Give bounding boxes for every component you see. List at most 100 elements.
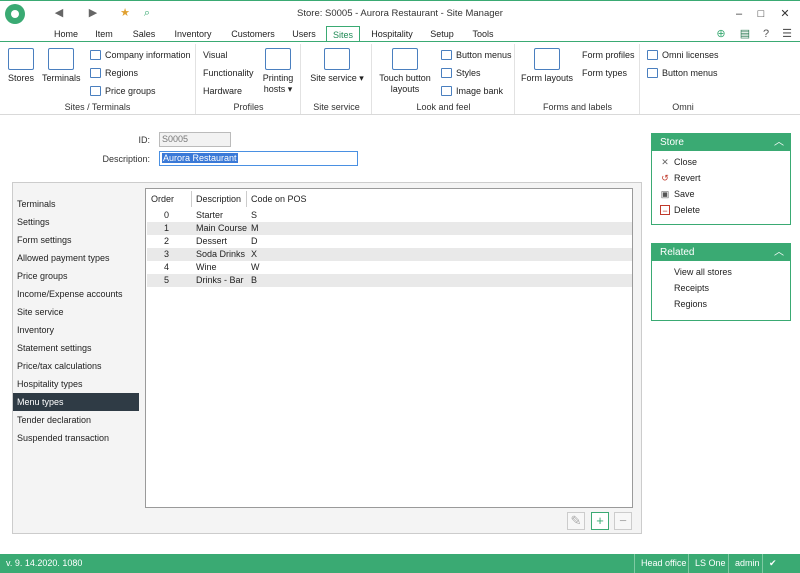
view-all-stores-link[interactable]: View all stores xyxy=(652,264,790,280)
store-panel-header[interactable]: Store ︿ xyxy=(652,134,790,151)
order-cell: 2 xyxy=(164,236,170,246)
nav-menu-types[interactable]: Menu types xyxy=(13,393,139,411)
nav-statement-settings[interactable]: Statement settings xyxy=(13,339,139,357)
touch-button-layouts-button[interactable]: Touch button layouts xyxy=(377,48,433,95)
image-bank-button[interactable]: Image bank xyxy=(441,84,503,98)
table-row[interactable]: 0 Starter S xyxy=(147,209,632,222)
tab-sites[interactable]: Sites xyxy=(326,26,360,42)
close-window-button[interactable]: ✕ xyxy=(776,5,794,23)
styles-button[interactable]: Styles xyxy=(441,66,481,80)
maximize-button[interactable]: □ xyxy=(752,5,770,23)
group-look-and-feel: Touch button layouts Button menus Styles… xyxy=(373,44,515,114)
table-row[interactable]: 4 Wine W xyxy=(147,261,632,274)
stores-button[interactable]: Stores xyxy=(6,48,36,84)
regions-button[interactable]: Regions xyxy=(90,66,138,80)
nav-price-tax-calculations[interactable]: Price/tax calculations xyxy=(13,357,139,375)
button-menus-button[interactable]: Button menus xyxy=(441,48,512,62)
order-cell: 0 xyxy=(164,210,170,220)
related-panel-header[interactable]: Related ︿ xyxy=(652,244,790,261)
site-service-icon xyxy=(324,48,350,70)
tab-sales[interactable]: Sales xyxy=(126,26,162,42)
settings-icon[interactable]: ☰ xyxy=(780,27,794,41)
related-panel: Related ︿ View all stores Receipts Region… xyxy=(651,243,791,321)
company-information-button[interactable]: Company information xyxy=(90,48,191,62)
nav-form-settings[interactable]: Form settings xyxy=(13,231,139,249)
tab-home[interactable]: Home xyxy=(48,26,84,42)
minimize-button[interactable]: – xyxy=(730,5,748,23)
terminal-icon xyxy=(48,48,74,70)
functionality-button[interactable]: Functionality xyxy=(201,66,254,80)
tab-inventory[interactable]: Inventory xyxy=(168,26,218,42)
site-service-button[interactable]: Site service ▾ xyxy=(310,48,364,84)
description-cell: Soda Drinks xyxy=(196,249,246,259)
touch-button-layouts-label: Touch button layouts xyxy=(379,73,431,94)
chevron-up-icon[interactable]: ︿ xyxy=(774,134,784,151)
description-cell: Main Course xyxy=(196,223,248,233)
nav-price-groups[interactable]: Price groups xyxy=(13,267,139,285)
tab-item[interactable]: Item xyxy=(88,26,120,42)
id-field: S0005 xyxy=(159,132,231,147)
edit-button[interactable]: ✎ xyxy=(567,512,585,530)
terminals-button[interactable]: Terminals xyxy=(42,48,81,84)
nav-suspended-transaction[interactable]: Suspended transaction xyxy=(13,429,139,447)
tab-setup[interactable]: Setup xyxy=(424,26,460,42)
save-action[interactable]: ▣ Save xyxy=(652,186,790,202)
regions-link[interactable]: Regions xyxy=(652,296,790,312)
nav-inventory[interactable]: Inventory xyxy=(13,321,139,339)
group-title: Profiles xyxy=(233,102,264,112)
form-layouts-button[interactable]: Form layouts xyxy=(520,48,574,84)
remove-button[interactable]: − xyxy=(614,512,632,530)
connection-status-icon: ✔ xyxy=(762,554,783,573)
table-row[interactable]: 5 Drinks - Bar B xyxy=(147,274,632,287)
form-profiles-button[interactable]: Form profiles xyxy=(580,48,635,62)
tab-customers[interactable]: Customers xyxy=(226,26,280,42)
close-action[interactable]: ✕ Close xyxy=(652,154,790,170)
nav-settings[interactable]: Settings xyxy=(13,213,139,231)
store-panel-title: Store xyxy=(660,137,684,148)
group-title: Omni xyxy=(672,102,694,112)
nav-income-expense-accounts[interactable]: Income/Expense accounts xyxy=(13,285,139,303)
hardware-label: Hardware xyxy=(203,86,243,96)
printing-hosts-button[interactable]: Printing hosts ▾ xyxy=(259,48,297,95)
table-row[interactable]: 1 Main Course M xyxy=(147,222,632,235)
window-title: Store: S0005 - Aurora Restaurant - Site … xyxy=(297,8,503,19)
tab-tools[interactable]: Tools xyxy=(466,26,500,42)
nav-terminals[interactable]: Terminals xyxy=(13,195,139,213)
description-field[interactable]: Aurora Restaurant xyxy=(159,151,358,166)
terminals-label: Terminals xyxy=(42,73,81,83)
hardware-button[interactable]: Hardware xyxy=(201,84,242,98)
version-label: v. 9. 14.2020. 1080 xyxy=(6,558,83,568)
button-menus-icon xyxy=(441,50,452,60)
image-bank-label: Image bank xyxy=(456,86,504,96)
revert-action[interactable]: ↺ Revert xyxy=(652,170,790,186)
menu-types-grid: Order Description Code on POS 0 Starter … xyxy=(145,188,633,508)
price-groups-button[interactable]: Price groups xyxy=(90,84,156,98)
nav-site-service[interactable]: Site service xyxy=(13,303,139,321)
group-omni: Omni licenses Button menus Omni xyxy=(641,44,725,114)
column-header-description[interactable]: Description xyxy=(196,189,241,207)
group-sites-terminals: Stores Terminals Company information Reg… xyxy=(0,44,196,114)
omni-button-menus-button[interactable]: Button menus xyxy=(647,66,718,80)
chevron-up-icon[interactable]: ︿ xyxy=(774,244,784,261)
nav-allowed-payment-types[interactable]: Allowed payment types xyxy=(13,249,139,267)
styles-label: Styles xyxy=(456,68,481,78)
receipts-link[interactable]: Receipts xyxy=(652,280,790,296)
form-types-button[interactable]: Form types xyxy=(580,66,627,80)
document-icon[interactable]: ▤ xyxy=(738,27,752,41)
table-row[interactable]: 2 Dessert D xyxy=(147,235,632,248)
nav-tender-declaration[interactable]: Tender declaration xyxy=(13,411,139,429)
column-header-order[interactable]: Order xyxy=(151,189,174,207)
column-header-code-on-pos[interactable]: Code on POS xyxy=(251,189,307,207)
table-row[interactable]: 3 Soda Drinks X xyxy=(147,248,632,261)
delete-action[interactable]: − Delete xyxy=(652,202,790,218)
plus-icon: + xyxy=(596,513,604,528)
add-button[interactable]: + xyxy=(591,512,609,530)
nav-hospitality-types[interactable]: Hospitality types xyxy=(13,375,139,393)
code-cell: S xyxy=(251,210,258,220)
tab-hospitality[interactable]: Hospitality xyxy=(366,26,418,42)
tab-users[interactable]: Users xyxy=(286,26,322,42)
help-icon[interactable]: ? xyxy=(759,27,773,41)
add-circle-icon[interactable]: ⊕ xyxy=(714,27,728,41)
omni-licenses-button[interactable]: Omni licenses xyxy=(647,48,719,62)
visual-button[interactable]: Visual xyxy=(201,48,227,62)
